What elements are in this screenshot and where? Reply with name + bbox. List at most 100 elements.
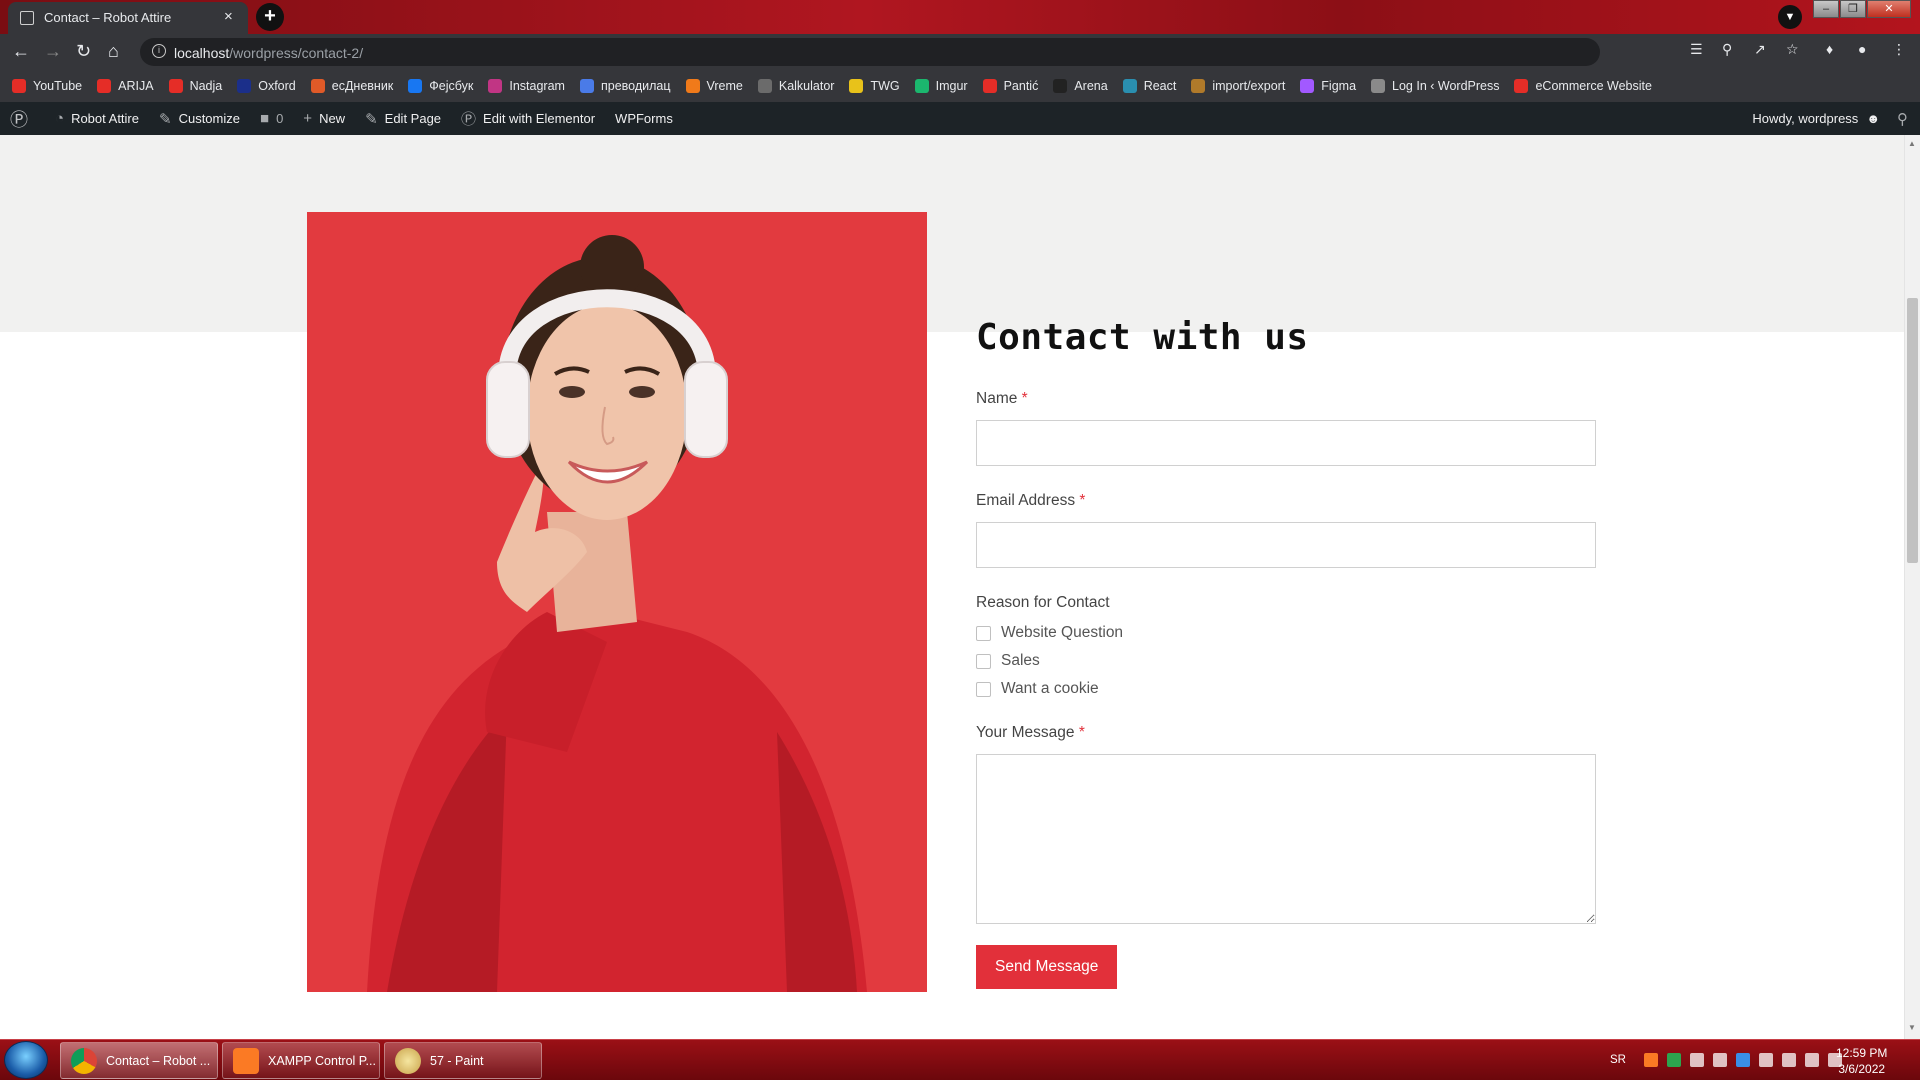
admin-comments-link[interactable]: ■ 0 bbox=[250, 102, 293, 135]
bookmark-label: Log In ‹ WordPress bbox=[1392, 79, 1500, 93]
bookmark-item[interactable]: ARIJA bbox=[97, 79, 154, 93]
start-button[interactable] bbox=[4, 1041, 48, 1079]
bookmark-label: import/export bbox=[1212, 79, 1286, 93]
extensions-puzzle-icon[interactable]: ♦ bbox=[1826, 41, 1833, 57]
bookmark-label: преводилац bbox=[600, 79, 671, 93]
checkbox-want-a-cookie[interactable]: Want a cookie bbox=[976, 680, 1596, 698]
bookmark-item[interactable]: Vreme bbox=[685, 79, 743, 93]
comment-icon: ■ bbox=[260, 110, 270, 127]
admin-search-icon[interactable]: ⚲ bbox=[1897, 110, 1908, 128]
home-icon[interactable]: ⌂ bbox=[108, 41, 119, 61]
share-icon[interactable]: ↗ bbox=[1754, 41, 1766, 58]
minimize-icon[interactable]: – bbox=[1813, 0, 1839, 18]
tray-icon[interactable] bbox=[1758, 1053, 1773, 1067]
admin-edit-page-link[interactable]: ✎ Edit Page bbox=[355, 102, 451, 135]
menu-kebab-icon[interactable]: ⋮ bbox=[1892, 41, 1906, 58]
taskbar-item-chrome[interactable]: Contact – Robot ... bbox=[60, 1042, 218, 1079]
scroll-up-icon[interactable]: ▲ bbox=[1908, 139, 1916, 148]
comments-count: 0 bbox=[276, 111, 284, 126]
bookmark-item[interactable]: Фејсбук bbox=[408, 79, 473, 93]
admin-elementor-link[interactable]: Ⓟ Edit with Elementor bbox=[451, 102, 605, 135]
bookmark-item[interactable]: Kalkulator bbox=[757, 79, 834, 93]
wordpress-logo-icon[interactable]: Ⓟ bbox=[0, 102, 45, 135]
checkbox-box[interactable] bbox=[976, 625, 991, 641]
bluetooth-tray-icon[interactable] bbox=[1735, 1053, 1750, 1067]
contact-form: Contact with us Name * Email Address * R… bbox=[976, 317, 1596, 989]
tab-title: Contact – Robot Attire bbox=[44, 10, 172, 25]
profile-icon[interactable]: ● bbox=[1858, 41, 1866, 57]
bookmark-item[interactable]: TWG bbox=[849, 79, 900, 93]
reason-label: Reason for Contact bbox=[976, 594, 1110, 611]
import-export-icon bbox=[1191, 79, 1206, 93]
task-label: XAMPP Control P... bbox=[268, 1053, 376, 1068]
address-bar[interactable]: i localhost/wordpress/contact-2/ bbox=[140, 38, 1600, 66]
bookmark-item[interactable]: Log In ‹ WordPress bbox=[1371, 79, 1499, 93]
language-indicator[interactable]: SR bbox=[1610, 1054, 1626, 1066]
flag-tray-icon[interactable] bbox=[1781, 1053, 1796, 1067]
admin-customize-link[interactable]: ✎ Customize bbox=[149, 102, 250, 135]
bookmark-item[interactable]: Imgur bbox=[914, 79, 968, 93]
window-close-icon[interactable]: ✕ bbox=[1867, 0, 1911, 18]
admin-account-link[interactable]: Howdy, wordpress ☻ bbox=[1752, 102, 1880, 135]
admin-new-link[interactable]: + New bbox=[293, 102, 355, 135]
forward-arrow-icon[interactable]: → bbox=[44, 41, 62, 61]
xampp-tray-icon[interactable] bbox=[1643, 1053, 1658, 1067]
bookmark-item[interactable]: import/export bbox=[1191, 79, 1285, 93]
bookmark-item[interactable]: Oxford bbox=[237, 79, 296, 93]
youtube-icon bbox=[97, 79, 112, 93]
name-input[interactable] bbox=[976, 420, 1596, 466]
reload-icon[interactable]: ↻ bbox=[76, 41, 91, 61]
restore-icon[interactable]: ❐ bbox=[1840, 0, 1866, 18]
bookmark-label: Imgur bbox=[935, 79, 968, 93]
taskbar-item-paint[interactable]: 57 - Paint bbox=[384, 1042, 542, 1079]
url-text[interactable]: localhost/wordpress/contact-2/ bbox=[174, 45, 363, 61]
checkbox-sales[interactable]: Sales bbox=[976, 652, 1596, 670]
bookmark-item[interactable]: Arena bbox=[1053, 79, 1108, 93]
send-message-button[interactable]: Send Message bbox=[976, 945, 1118, 989]
tab-close-icon[interactable]: × bbox=[224, 8, 233, 25]
checkbox-website-question[interactable]: Website Question bbox=[976, 624, 1596, 642]
email-label: Email Address * bbox=[976, 492, 1596, 510]
windows-taskbar: Contact – Robot ... XAMPP Control P... 5… bbox=[0, 1039, 1920, 1080]
new-tab-button[interactable]: + bbox=[256, 3, 284, 31]
bookmark-item[interactable]: Figma bbox=[1300, 79, 1356, 93]
bookmark-label: eCommerce Website bbox=[1535, 79, 1652, 93]
checkbox-label: Website Question bbox=[1001, 624, 1124, 641]
zoom-icon[interactable]: ⚲ bbox=[1722, 41, 1732, 58]
bookmark-item[interactable]: Pantić bbox=[982, 79, 1039, 93]
bookmark-label: YouTube bbox=[33, 79, 83, 93]
twg-icon bbox=[849, 79, 864, 93]
message-textarea[interactable] bbox=[976, 754, 1596, 924]
url-path: /wordpress/contact-2/ bbox=[229, 45, 364, 61]
security-tray-icon[interactable] bbox=[1666, 1053, 1681, 1067]
bookmark-item[interactable]: YouTube bbox=[12, 79, 82, 93]
bookmark-label: Pantić bbox=[1003, 79, 1039, 93]
checkbox-box[interactable] bbox=[976, 681, 991, 697]
tab-contact[interactable]: Contact – Robot Attire × bbox=[8, 2, 248, 34]
back-arrow-icon[interactable]: ← bbox=[12, 41, 30, 61]
bookmark-item[interactable]: есДневник bbox=[310, 79, 393, 93]
taskbar-item-xampp[interactable]: XAMPP Control P... bbox=[222, 1042, 380, 1079]
bookmark-item[interactable]: Instagram bbox=[488, 79, 565, 93]
bookmark-star-icon[interactable]: ☆ bbox=[1786, 41, 1799, 58]
site-info-icon[interactable]: i bbox=[152, 44, 166, 58]
bookmark-item[interactable]: преводилац bbox=[579, 79, 671, 93]
checkbox-box[interactable] bbox=[976, 653, 991, 669]
instagram-icon bbox=[488, 79, 503, 93]
network-tray-icon[interactable] bbox=[1804, 1053, 1819, 1067]
taskbar-clock[interactable]: 12:59 PM 3/6/2022 bbox=[1836, 1045, 1887, 1077]
admin-wpforms-link[interactable]: WPForms bbox=[605, 102, 683, 135]
email-input[interactable] bbox=[976, 522, 1596, 568]
tray-icon[interactable] bbox=[1689, 1053, 1704, 1067]
bookmark-item[interactable]: Nadja bbox=[168, 79, 222, 93]
translate-icon[interactable]: ☰ bbox=[1690, 41, 1703, 58]
scrollbar-thumb[interactable] bbox=[1907, 298, 1918, 563]
tab-search-chevron-icon[interactable]: ▼ bbox=[1778, 5, 1802, 29]
tray-icon[interactable] bbox=[1712, 1053, 1727, 1067]
bookmark-item[interactable]: eCommerce Website bbox=[1514, 79, 1652, 93]
admin-site-link[interactable]: ◔ Robot Attire bbox=[45, 102, 149, 135]
scroll-down-icon[interactable]: ▼ bbox=[1908, 1023, 1916, 1032]
bookmark-item[interactable]: React bbox=[1122, 79, 1176, 93]
page-scrollbar[interactable]: ▲ ▼ bbox=[1904, 135, 1920, 1039]
paint-icon bbox=[395, 1047, 421, 1074]
